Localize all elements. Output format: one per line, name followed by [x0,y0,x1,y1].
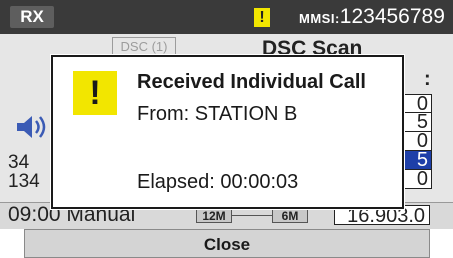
range-6m[interactable]: 6M [272,207,308,223]
channel-list-item[interactable]: 0 [402,169,432,189]
left-line-2: 134 [8,171,40,192]
radio-screen: RX ! MMSI:123456789 DSC (1) DSC Scan : 0… [0,0,453,258]
alert-icon: ! [73,71,117,115]
rx-badge: RX [10,6,54,28]
left-line-1: 34 [8,152,30,173]
channel-list[interactable]: 05050 [402,94,432,189]
elapsed-time: Elapsed: 00:00:03 [137,171,299,193]
range-toggle[interactable]: 12M 6M [196,207,316,223]
toggle-line [232,215,272,216]
left-channel-lines: 34 134 [8,153,40,191]
speaker-icon [17,116,46,138]
mmsi-label: MMSI: [299,11,340,26]
warning-icon: ! [254,8,270,27]
dsc-tag: DSC (1) [112,37,176,56]
status-bar: RX ! MMSI:123456789 [0,0,453,34]
mmsi-display: MMSI:123456789 [299,5,445,29]
caller-from: From: STATION B [137,103,298,125]
dialog-title: Received Individual Call [137,71,366,93]
close-button[interactable]: Close [24,229,430,258]
received-call-dialog: ! Received Individual Call From: STATION… [51,55,404,209]
range-12m[interactable]: 12M [196,207,232,223]
mmsi-value: 123456789 [339,5,445,28]
scan-colon: : [424,68,431,90]
footer-bar: Close [0,229,453,258]
